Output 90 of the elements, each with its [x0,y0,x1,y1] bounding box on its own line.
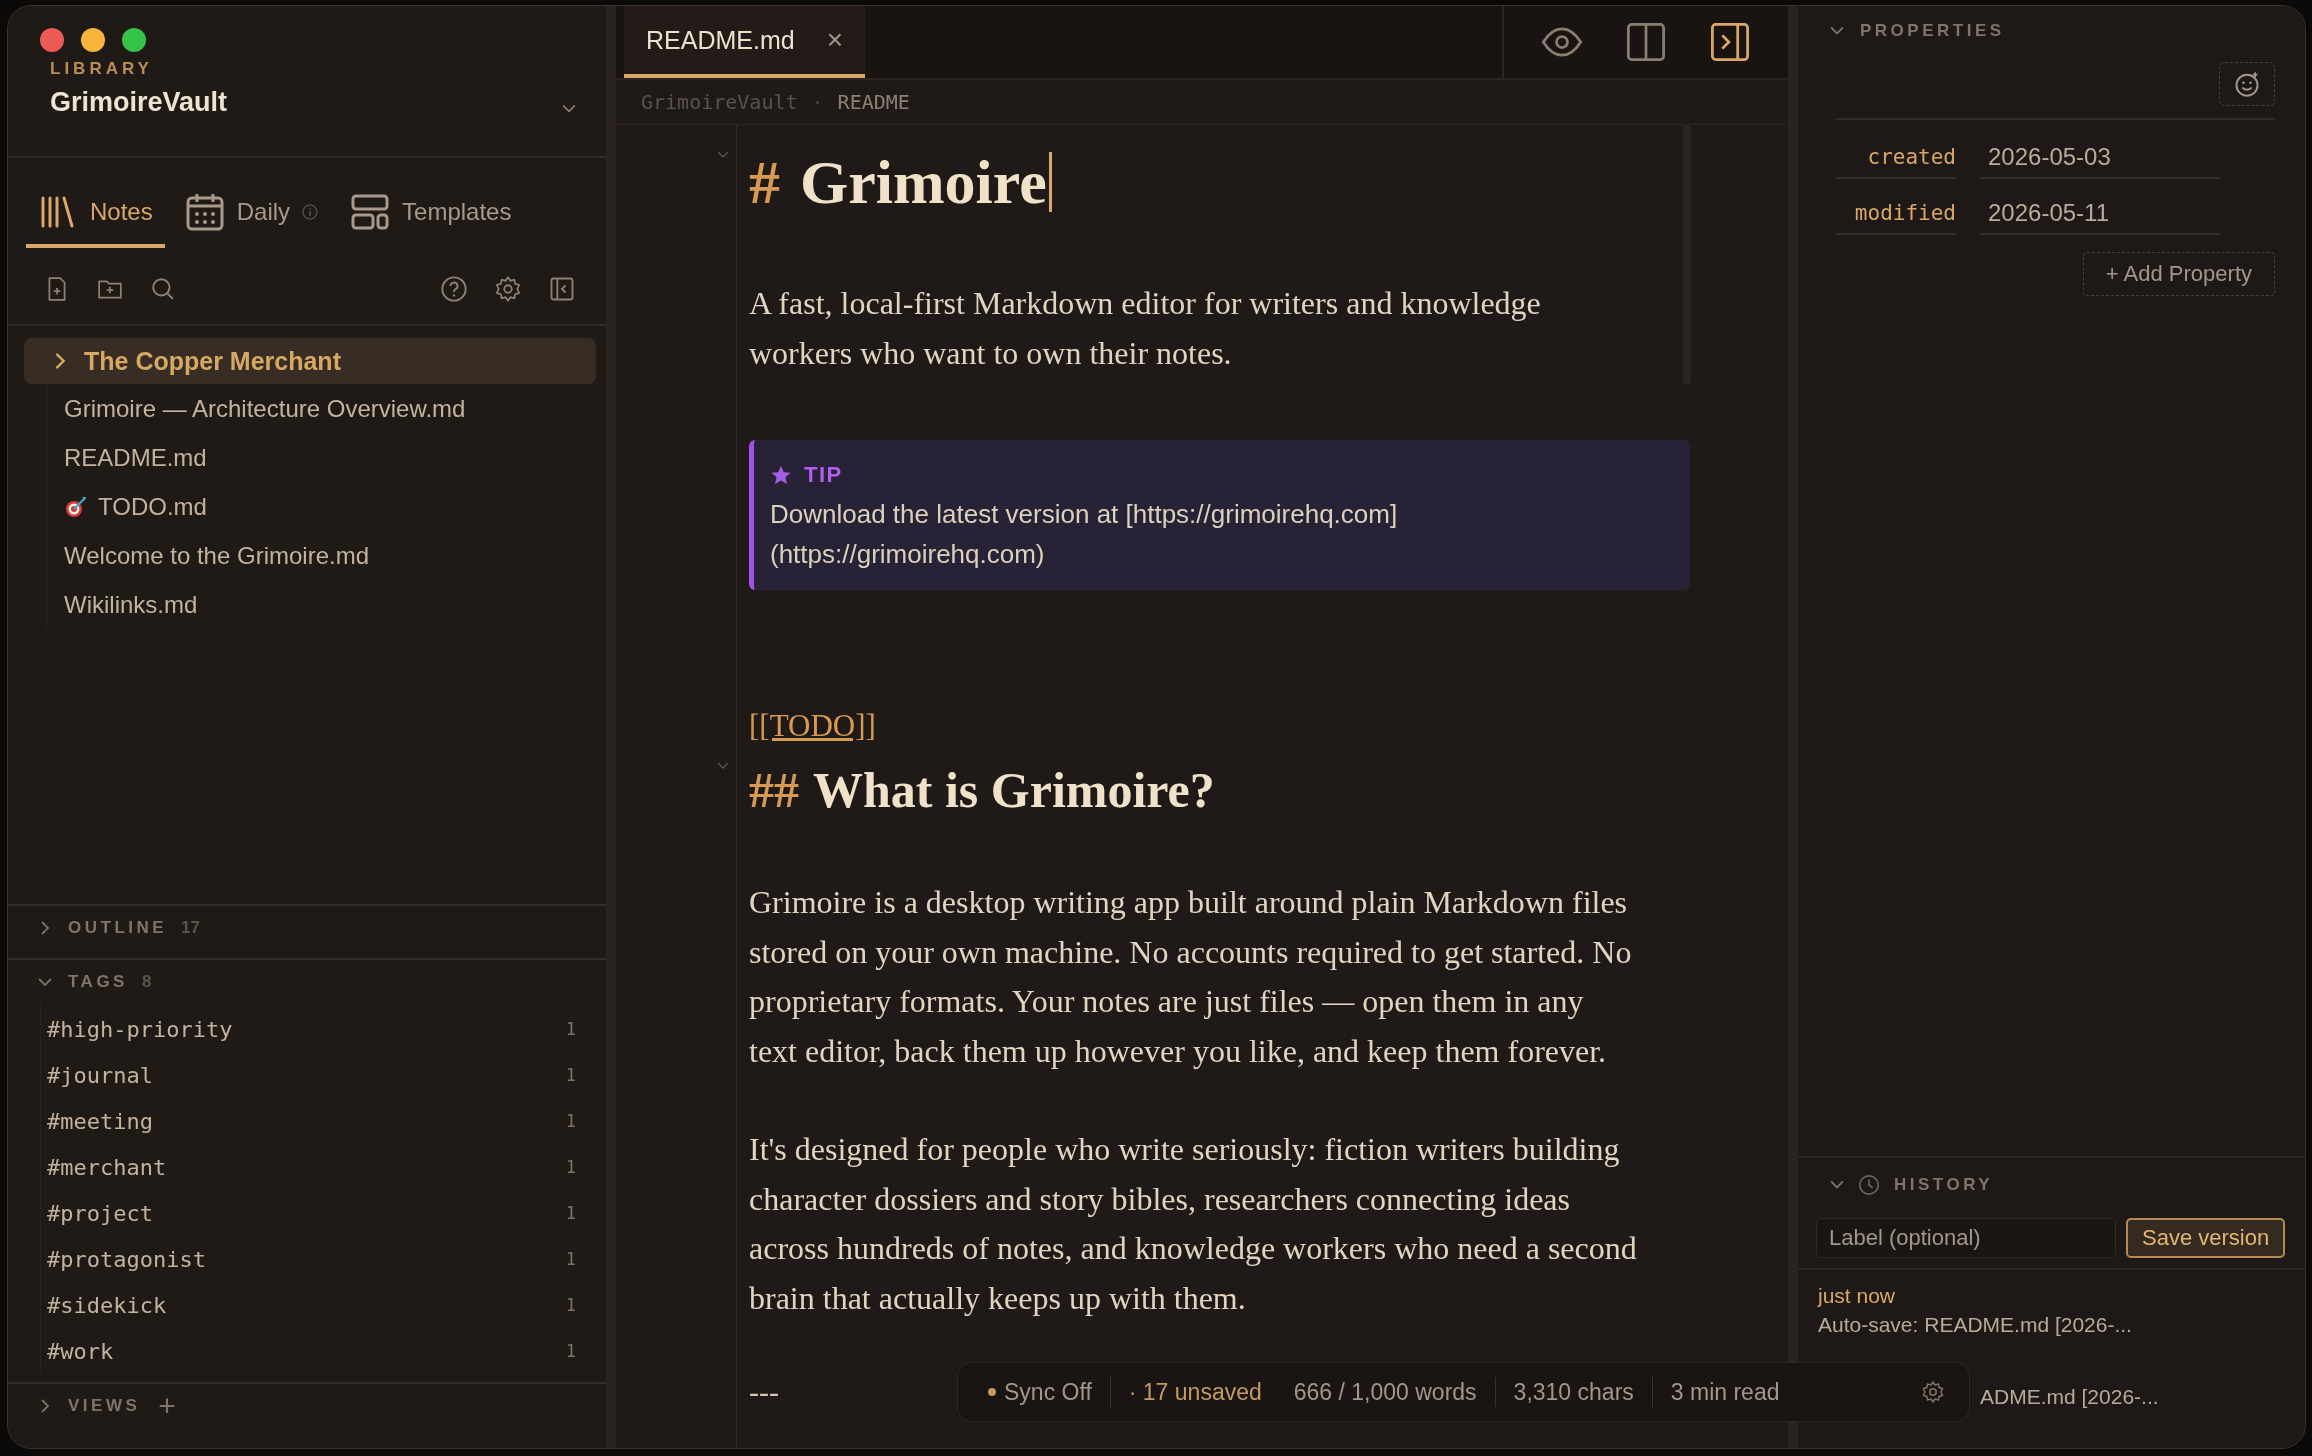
properties-header[interactable]: PROPERTIES [1798,6,2305,56]
sidebar-tab[interactable]: Daily [172,180,331,248]
side-panel-icon[interactable] [1708,20,1752,64]
chevron-down-icon [1830,26,1844,36]
status-item: 3 min read [1670,1378,1780,1406]
clock-icon [1858,1174,1880,1196]
tag-link[interactable]: #work [47,1338,114,1364]
file-item[interactable]: TODO.md [46,482,596,531]
tag-link[interactable]: #merchant [47,1154,167,1180]
history-entry[interactable]: Auto-save: README.md [2026-... [1818,1310,2305,1340]
status-item: Sync Off [988,1378,1092,1406]
property-value[interactable]: 2026-05-11 [1980,191,2220,235]
breadcrumb-item[interactable]: README [837,90,910,114]
maximize-window-button[interactable] [122,28,146,52]
status-item: 666 / 1,000 words [1293,1378,1477,1406]
add-view-button[interactable]: + [158,1391,176,1421]
help-icon[interactable] [440,275,468,303]
wiki-link[interactable]: [[TODO]] [749,708,876,743]
tag-count: 1 [565,1111,576,1131]
file-item[interactable]: Grimoire — Architecture Overview.md [46,384,596,433]
history-entry[interactable]: ADME.md [2026-... [1980,1382,2305,1412]
minimize-window-button[interactable] [81,28,105,52]
views-header[interactable]: VIEWS [40,1396,141,1416]
tag-link[interactable]: #meeting [47,1108,153,1134]
tag-count: 1 [565,1295,576,1315]
chevron-down-icon[interactable] [562,103,576,114]
section-label: LIBRARY [50,59,154,79]
callout-text: Download the latest version at [https://grimoirehq.com](https://grimoirehq.com) [770,498,1399,571]
tag-link[interactable]: #project [47,1200,153,1226]
breadcrumb-separator: · [811,90,824,114]
paragraph: Grimoire is a desktop writing app built around plain Markdown files stored on your own machine. No accounts required to get started. No proprietary formats. Your notes are just files — open them in any text editor, back them up however you like, and keep them forever. [749,883,1633,1071]
settings-icon[interactable] [1921,1380,1945,1404]
collapse-sidebar-icon[interactable] [548,275,576,303]
horizontal-rule-markup: --- [749,1375,779,1408]
tags-header[interactable]: TAGS 8 [8,960,606,1004]
close-tab-button[interactable]: × [826,24,843,56]
folder-item[interactable]: The Copper Merchant [24,338,596,384]
property-value[interactable]: 2026-05-03 [1980,135,2220,179]
tag-link[interactable]: #journal [47,1062,153,1088]
callout-label: TIP [804,462,843,488]
tag-count: 1 [565,1203,576,1223]
status-item: 3,310 chars [1513,1378,1634,1406]
resize-handle[interactable] [606,6,616,1448]
vault-name[interactable]: GrimoireVault [50,87,228,118]
calendar-icon [184,192,225,232]
property-key[interactable]: modified [1836,191,1956,235]
status-item: · 17 unsaved [1128,1378,1262,1406]
property-key[interactable]: created [1836,135,1956,179]
heading: What is Grimoire? [813,761,1215,820]
chevron-down-icon[interactable] [37,977,53,987]
tag-link[interactable]: #sidekick [47,1292,167,1318]
tag-count: 1 [565,1249,576,1269]
sidebar-tab[interactable]: Notes [26,180,165,248]
tag-count: 1 [565,1341,576,1361]
save-version-button[interactable]: Save version [2126,1218,2286,1258]
star-icon [770,464,792,486]
close-window-button[interactable] [40,28,64,52]
resize-handle[interactable] [1788,6,1798,1448]
file-item[interactable]: Wikilinks.md [46,580,596,629]
target-icon [64,494,88,519]
paragraph: A fast, local-first Markdown editor for writers and knowledge workers who want to own their notes. [749,284,1542,373]
file-item[interactable]: Welcome to the Grimoire.md [46,531,596,580]
split-view-icon[interactable] [1624,20,1668,64]
layout-icon [350,192,391,232]
settings-icon[interactable] [494,275,522,303]
tag-count: 1 [565,1019,576,1039]
chevron-right-icon[interactable] [40,920,50,936]
history-header[interactable]: HISTORY [1798,1158,2305,1212]
info-icon[interactable] [302,204,319,220]
file-tab[interactable]: README.md × [624,6,865,78]
add-property-button[interactable]: + Add Property [2082,252,2275,296]
search-icon[interactable] [150,276,176,302]
chevron-down-icon [1830,1180,1844,1190]
paragraph: It's designed for people who write seriously: fiction writers building character dossiers and story bibles, researchers connecting ideas across hundreds of notes, and knowledge workers who need a second brain that actually keeps up with them. [749,1130,1638,1318]
history-time: just now [1818,1283,1897,1309]
emoji-picker-button[interactable] [2219,62,2275,106]
heading: Grimoire [800,147,1047,217]
tag-count: 1 [565,1065,576,1085]
tag-count: 1 [565,1157,576,1177]
heading-marker: # [749,147,780,217]
chevron-right-icon [40,1398,50,1414]
version-label-field[interactable]: Label (optional) [1816,1218,2116,1258]
heading-marker: ## [749,761,799,820]
outline-header[interactable]: OUTLINE 17 [8,906,606,950]
tag-link[interactable]: #protagonist [47,1246,206,1272]
file-item[interactable]: README.md [46,433,596,482]
tag-link[interactable]: #high-priority [47,1016,233,1042]
smiley-icon [2233,70,2261,98]
chevron-right-icon[interactable] [54,351,66,371]
sidebar-tab[interactable]: Templates [338,180,524,248]
